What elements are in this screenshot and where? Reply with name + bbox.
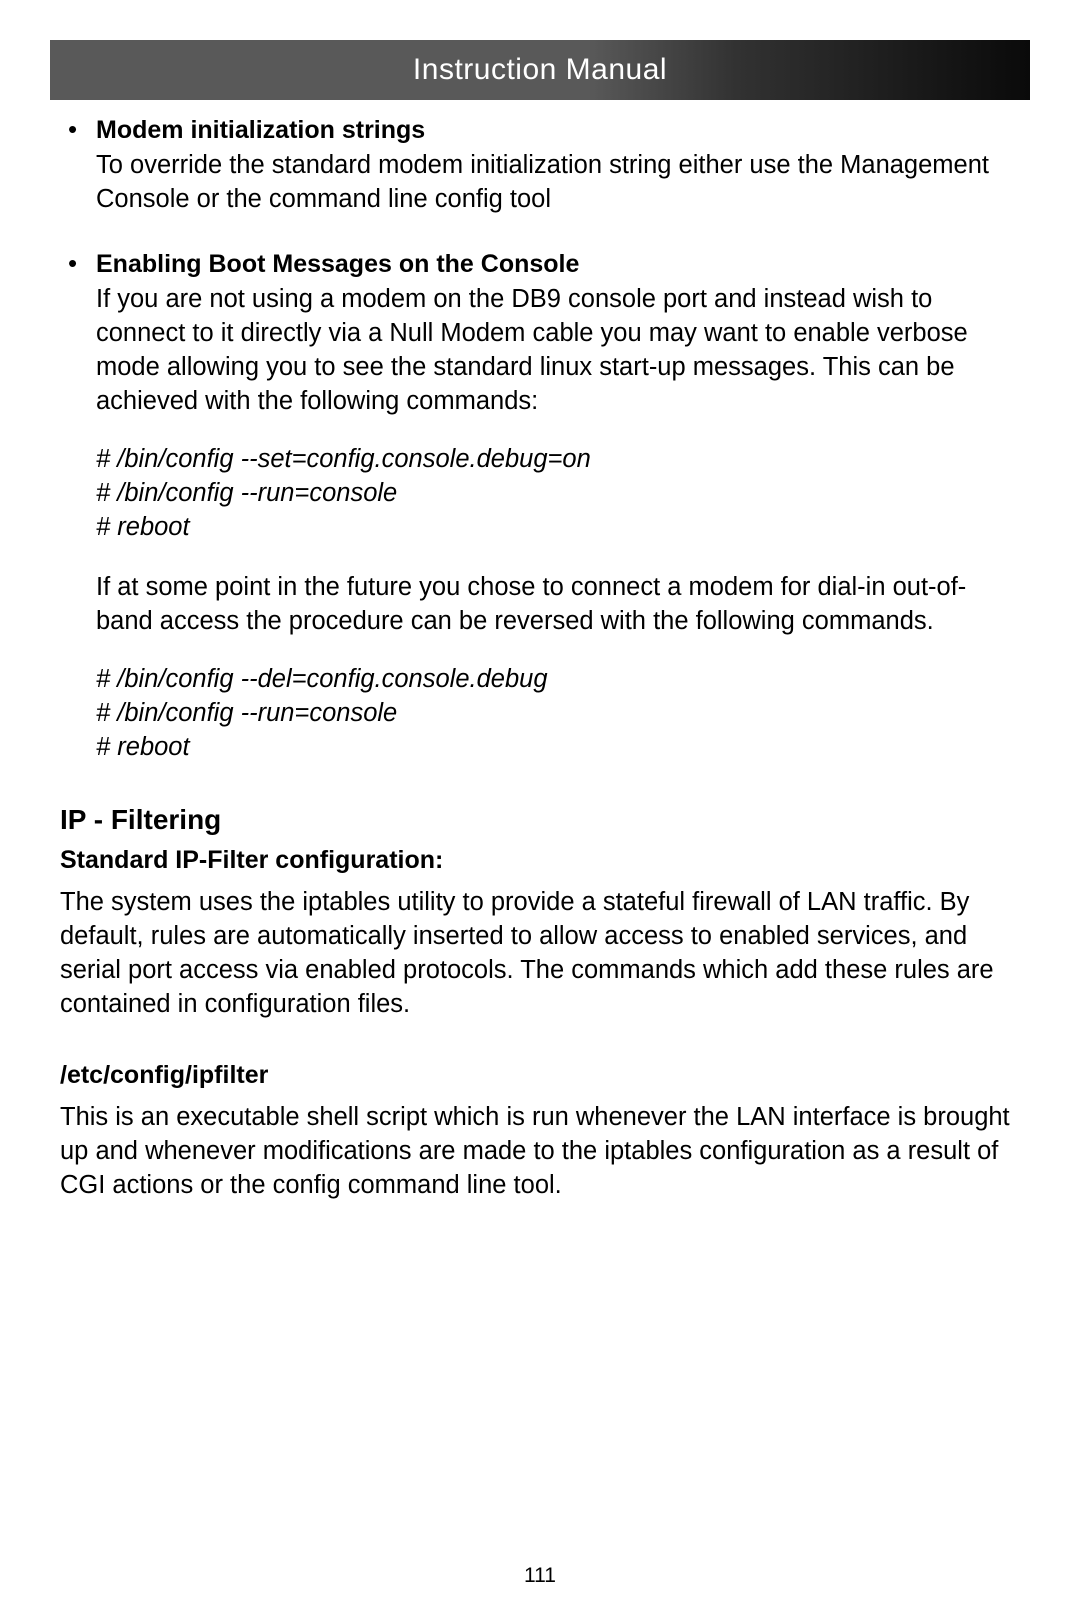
command-line: # reboot <box>96 510 1020 544</box>
bullet-title: Modem initialization strings <box>96 114 1020 146</box>
header-title: Instruction Manual <box>413 53 667 87</box>
page-number: 111 <box>0 1564 1080 1588</box>
command-block: # /bin/config --set=config.console.debug… <box>96 442 1020 544</box>
document-page: Instruction Manual Modem initialization … <box>0 0 1080 1620</box>
paragraph: This is an executable shell script which… <box>60 1100 1020 1202</box>
command-line: # reboot <box>96 730 1020 764</box>
paragraph: To override the standard modem initializ… <box>96 148 1020 216</box>
subsection-heading: Standard IP-Filter configuration: <box>60 846 1020 875</box>
subsection-heading: /etc/config/ipfilter <box>60 1061 1020 1090</box>
command-line: # /bin/config --run=console <box>96 476 1020 510</box>
bullet-list: Modem initialization strings To override… <box>60 114 1020 764</box>
paragraph: The system uses the iptables utility to … <box>60 885 1020 1021</box>
bullet-title: Enabling Boot Messages on the Console <box>96 248 1020 280</box>
list-item: Enabling Boot Messages on the Console If… <box>96 248 1020 764</box>
list-item: Modem initialization strings To override… <box>96 114 1020 216</box>
command-line: # /bin/config --del=config.console.debug <box>96 662 1020 696</box>
header-banner: Instruction Manual <box>50 40 1030 100</box>
command-block: # /bin/config --del=config.console.debug… <box>96 662 1020 764</box>
paragraph: If at some point in the future you chose… <box>96 570 1020 638</box>
paragraph: If you are not using a modem on the DB9 … <box>96 282 1020 418</box>
section-heading: IP - Filtering <box>60 804 1020 836</box>
command-line: # /bin/config --run=console <box>96 696 1020 730</box>
body-content: Modem initialization strings To override… <box>50 114 1030 1202</box>
command-line: # /bin/config --set=config.console.debug… <box>96 442 1020 476</box>
